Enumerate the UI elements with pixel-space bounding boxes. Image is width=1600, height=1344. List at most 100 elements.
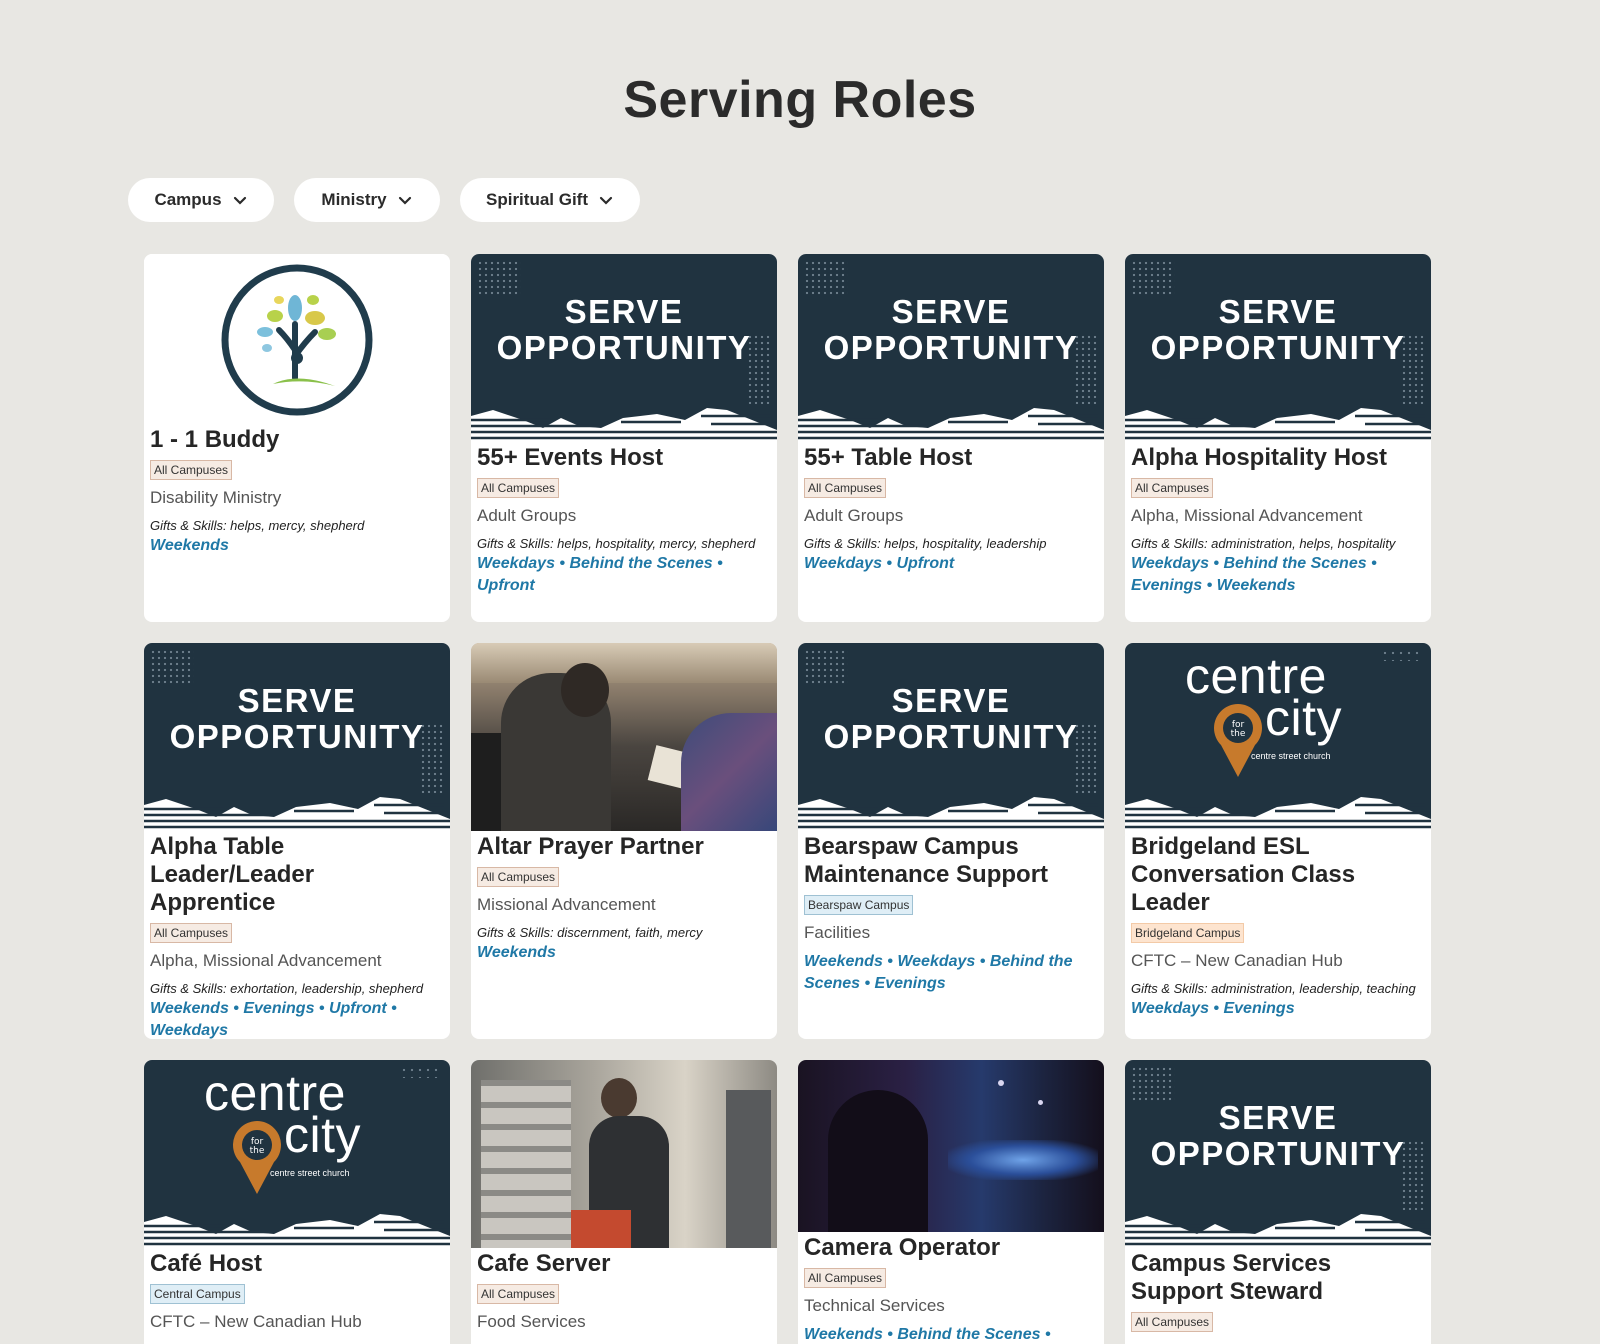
campus-badge: All Campuses [477,478,560,498]
ministry-text: Facilities [804,923,871,942]
role-title: Bridgeland ESL Conversation Class Leader [1131,833,1356,916]
opportunity-word: OPPORTUNITY [823,329,1079,366]
role-card-altar-prayer-partner[interactable]: Altar Prayer Partner All Campuses Missio… [471,643,777,1039]
serve-opportunity-banner: SERVE OPPORTUNITY [1125,254,1431,442]
serve-word: SERVE [1218,293,1338,330]
dots-decoration [150,649,194,685]
role-title: Café Host [150,1250,263,1277]
role-title: Campus Services Support Steward [1131,1250,1332,1305]
role-card-alpha-table-leader[interactable]: SERVE OPPORTUNITY Alpha Table Leader/Lead… [144,643,450,1039]
dots-decoration [1131,1066,1175,1102]
role-card-55-events-host[interactable]: SERVE OPPORTUNITY 55+ Events Host All Cam… [471,254,777,622]
serve-word: SERVE [564,293,684,330]
role-card-campus-services-steward[interactable]: SERVE OPPORTUNITY Campus Services Support… [1125,1060,1431,1344]
schedule-tags: Weekdays • Behind the Scenes • Upfront [477,555,723,594]
page-title: Serving Roles [623,71,977,129]
serve-word: SERVE [1218,1099,1338,1136]
role-title: Cafe Server [477,1250,611,1277]
chevron-down-icon [233,196,246,205]
spiritual-gift-filter-button[interactable]: Spiritual Gift [460,178,640,222]
campus-badge: All Campuses [150,923,233,943]
serve-opportunity-text: SERVE OPPORTUNITY [144,683,450,755]
opportunity-word: OPPORTUNITY [1150,1135,1406,1172]
serve-opportunity-text: SERVE OPPORTUNITY [471,294,777,366]
serve-opportunity-text: SERVE OPPORTUNITY [798,683,1104,755]
gifts-text: Gifts & Skills: helps, hospitality, lead… [804,536,1047,551]
schedule-tags: Weekends [150,537,229,554]
camera-operator-photo [798,1060,1104,1232]
role-card-bearspaw-maintenance[interactable]: SERVE OPPORTUNITY Bearspaw Campus Mainten… [798,643,1104,1039]
opportunity-word: OPPORTUNITY [496,329,752,366]
ministry-text: CFTC – New Canadian Hub [150,1312,362,1331]
role-title: 55+ Events Host [477,444,664,471]
role-card-cafe-server[interactable]: Cafe Server All Campuses Food Services [471,1060,777,1344]
serve-word: SERVE [891,682,1011,719]
ministry-filter-label: Ministry [321,190,387,209]
ministry-text: Alpha, Missional Advancement [1131,506,1363,525]
map-pin-icon: for the [1214,704,1262,777]
dots-decoration [1131,260,1175,296]
schedule-tags: Weekends • Weekdays • Behind the Scenes … [804,953,1073,992]
role-title: 55+ Table Host [804,444,973,471]
campus-badge: All Campuses [150,460,233,480]
role-card-alpha-hospitality-host[interactable]: SERVE OPPORTUNITY Alpha Hospitality Host … [1125,254,1431,622]
schedule-tags: Weekends [477,944,556,961]
role-title: Alpha Hospitality Host [1131,444,1388,471]
ministry-filter-button[interactable]: Ministry [294,178,440,222]
serve-opportunity-text: SERVE OPPORTUNITY [1125,294,1431,366]
serve-opportunity-banner: SERVE OPPORTUNITY [144,643,450,831]
campus-filter-button[interactable]: Campus [128,178,274,222]
ministry-text: Technical Services [804,1296,945,1315]
campus-badge: All Campuses [1131,1312,1214,1332]
serve-opportunity-text: SERVE OPPORTUNITY [1125,1100,1431,1172]
role-card-bridgeland-esl[interactable]: centre city for the centre street church… [1125,643,1431,1039]
role-card-55-table-host[interactable]: SERVE OPPORTUNITY 55+ Table Host All Camp… [798,254,1104,622]
chevron-down-icon [398,196,411,205]
dots-decoration [804,260,848,296]
campus-badge: All Campuses [804,1268,887,1288]
city-word: city [1265,690,1342,746]
spiritual-gift-filter-label: Spiritual Gift [486,190,588,209]
kitchen-photo [471,1060,777,1248]
campus-badge: All Campuses [477,1284,560,1304]
centre-for-the-city-banner: centre city for the centre street church [144,1060,450,1248]
ministry-text: Missional Advancement [477,895,656,914]
church-subtitle: centre street church [1251,751,1331,761]
church-subtitle: centre street church [270,1168,350,1178]
serve-opportunity-banner: SERVE OPPORTUNITY [1125,1060,1431,1248]
schedule-tags: Weekdays • Behind the Scenes • Evenings … [1131,555,1377,594]
mountains-graphic [1125,1214,1431,1248]
dots-decoration [1381,649,1421,661]
role-title: Alpha Table Leader/Leader Apprentice [150,833,315,916]
campus-filter-label: Campus [154,190,222,209]
opportunity-word: OPPORTUNITY [823,718,1079,755]
gifts-text: Gifts & Skills: administration, leadersh… [1131,981,1416,996]
campus-badge: All Campuses [804,478,887,498]
campus-badge: Bridgeland Campus [1131,923,1245,943]
role-title: 1 - 1 Buddy [150,426,280,453]
campus-badge: Bearspaw Campus [804,895,914,915]
dots-decoration [477,260,521,296]
gifts-text: Gifts & Skills: discernment, faith, merc… [477,925,703,940]
mountains-graphic [798,408,1104,442]
mountains-graphic [1125,797,1431,831]
role-card-camera-operator[interactable]: Camera Operator All Campuses Technical S… [798,1060,1104,1344]
opportunity-word: OPPORTUNITY [169,718,425,755]
for-the-text: the [250,1146,265,1156]
city-word: city [284,1107,361,1163]
campus-badge: All Campuses [477,867,560,887]
schedule-tags: Weekends • Behind the Scenes • [804,1326,1051,1343]
role-card-cafe-host[interactable]: centre city for the centre street church… [144,1060,450,1344]
opportunity-word: OPPORTUNITY [1150,329,1406,366]
gifts-text: Gifts & Skills: exhortation, leadership,… [150,981,424,996]
serve-word: SERVE [891,293,1011,330]
mountains-graphic [144,797,450,831]
ministry-text: Food Services [477,1312,586,1331]
ministry-text: Alpha, Missional Advancement [150,951,382,970]
mountains-graphic [1125,408,1431,442]
schedule-tags: Weekdays • Evenings [1131,1000,1295,1017]
role-title: Altar Prayer Partner [477,833,704,860]
gifts-text: Gifts & Skills: helps, hospitality, merc… [477,536,756,551]
role-card-1-1-buddy[interactable]: 1 - 1 Buddy All Campuses Disability Mini… [144,254,450,622]
for-the-text: the [1231,729,1246,739]
